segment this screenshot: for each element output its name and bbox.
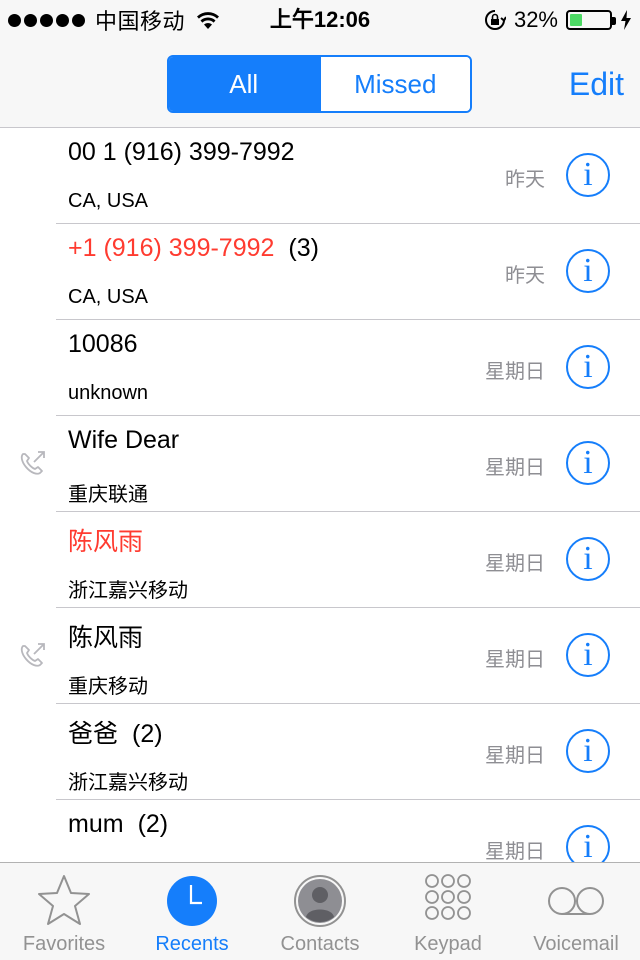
caller-name: 陈风雨	[68, 522, 143, 558]
rotation-lock-icon	[484, 10, 506, 30]
tab-label: Voicemail	[533, 933, 619, 955]
caller-name-text: 10086	[68, 330, 138, 358]
caller-location: 浙江嘉兴移动	[68, 580, 188, 602]
phone-screen: 中国移动 上午12:06 32% All Missed Edit 00 1 (9…	[0, 0, 640, 960]
edit-button[interactable]: Edit	[569, 40, 624, 128]
caller-location: 重庆移动	[68, 676, 148, 698]
call-count: (2)	[132, 720, 163, 748]
info-button[interactable]: i	[566, 729, 610, 773]
call-date: 星期日	[485, 841, 545, 862]
battery-level-fill	[570, 14, 583, 26]
status-right: 32%	[484, 0, 632, 40]
call-row[interactable]: mum (2) 星期日 i	[0, 800, 640, 862]
tab-contacts[interactable]: Contacts	[256, 863, 384, 960]
caller-name-text: 陈风雨	[68, 624, 144, 652]
segment-all[interactable]: All	[169, 57, 321, 111]
caller-name: 10086	[68, 330, 138, 359]
caller-name-text: mum	[68, 810, 124, 838]
call-date: 星期日	[485, 649, 545, 671]
caller-name: 陈风雨	[68, 618, 143, 654]
caller-name-text: 00 1 (916) 399-7992	[68, 138, 295, 166]
call-row[interactable]: Wife Dear 重庆联通 星期日 i	[0, 416, 640, 512]
caller-name: 00 1 (916) 399-7992	[68, 138, 295, 167]
info-button[interactable]: i	[566, 441, 610, 485]
caller-location: 重庆联通	[68, 484, 148, 506]
tab-favorites[interactable]: Favorites	[0, 863, 128, 960]
call-date: 星期日	[485, 457, 545, 479]
navigation-bar: All Missed Edit	[0, 40, 640, 128]
caller-location: CA, USA	[68, 190, 149, 212]
call-date: 昨天	[505, 169, 545, 191]
info-button[interactable]: i	[566, 825, 610, 862]
caller-name: mum (2)	[68, 810, 168, 839]
tab-label: Favorites	[22, 933, 106, 955]
star-icon	[38, 875, 90, 925]
tab-recents[interactable]: Recents	[128, 863, 256, 960]
caller-name: 爸爸 (2)	[68, 714, 163, 750]
info-button[interactable]: i	[566, 249, 610, 293]
segment-missed[interactable]: Missed	[320, 57, 470, 111]
tab-bar: Favorites Recents Contacts Keypad Voicem…	[0, 862, 640, 960]
call-row[interactable]: 陈风雨 重庆移动 星期日 i	[0, 608, 640, 704]
caller-location: 浙江嘉兴移动	[68, 772, 188, 794]
caller-name-text: 爸爸	[68, 720, 119, 748]
caller-name: Wife Dear	[68, 426, 179, 455]
keypad-icon	[425, 874, 471, 920]
call-row[interactable]: 10086 unknown 星期日 i	[0, 320, 640, 416]
tab-label: Contacts	[280, 933, 360, 955]
outgoing-call-icon	[20, 451, 45, 475]
contact-icon	[294, 875, 346, 927]
recent-calls-list: 00 1 (916) 399-7992 CA, USA 昨天 i +1 (916…	[0, 128, 640, 862]
call-date: 星期日	[485, 745, 545, 767]
caller-name-text: Wife Dear	[68, 426, 180, 454]
battery-percent: 32%	[513, 7, 558, 32]
tab-keypad[interactable]: Keypad	[384, 863, 512, 960]
info-button[interactable]: i	[566, 153, 610, 197]
caller-location: unknown	[68, 382, 149, 404]
status-bar: 中国移动 上午12:06 32%	[0, 0, 640, 40]
caller-name-text: 陈风雨	[68, 528, 144, 556]
caller-name: +1 (916) 399-7992 (3)	[68, 234, 319, 263]
outgoing-call-icon	[20, 643, 45, 667]
info-button[interactable]: i	[566, 633, 610, 677]
info-button[interactable]: i	[566, 537, 610, 581]
charging-bolt-icon	[621, 10, 631, 30]
tab-label: Recents	[155, 933, 229, 955]
battery-icon	[566, 10, 616, 30]
call-date: 星期日	[485, 553, 545, 575]
call-date: 星期日	[485, 361, 545, 383]
caller-name-text: +1 (916) 399-7992	[68, 234, 275, 262]
tab-voicemail[interactable]: Voicemail	[512, 863, 640, 960]
call-date: 昨天	[505, 265, 545, 287]
call-count: (2)	[137, 810, 169, 838]
call-row[interactable]: 00 1 (916) 399-7992 CA, USA 昨天 i	[0, 128, 640, 224]
call-row[interactable]: 陈风雨 浙江嘉兴移动 星期日 i	[0, 512, 640, 608]
call-row[interactable]: 爸爸 (2) 浙江嘉兴移动 星期日 i	[0, 704, 640, 800]
call-row[interactable]: +1 (916) 399-7992 (3) CA, USA 昨天 i	[0, 224, 640, 320]
recents-filter-control: All Missed	[167, 55, 472, 113]
caller-location: CA, USA	[68, 286, 149, 308]
clock-icon	[167, 876, 217, 926]
tab-label: Keypad	[414, 933, 482, 955]
call-count: (3)	[288, 234, 319, 262]
info-button[interactable]: i	[566, 345, 610, 389]
voicemail-icon	[548, 887, 604, 915]
